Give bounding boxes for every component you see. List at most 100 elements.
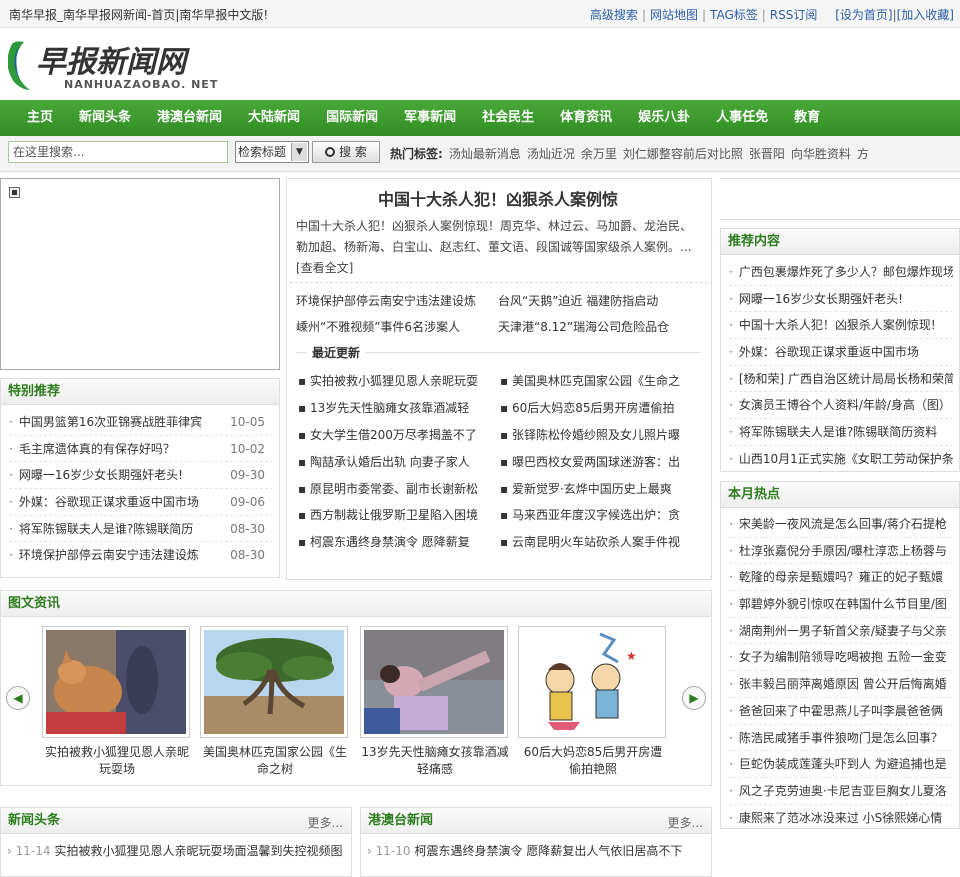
nav-personnel[interactable]: 人事任免 bbox=[703, 100, 781, 136]
recent-item[interactable]: ▪ 美国奥林匹克国家公园《生命之 bbox=[500, 372, 696, 389]
rss-link[interactable]: RSS订阅 bbox=[770, 8, 818, 22]
nav-sports[interactable]: 体育资讯 bbox=[547, 100, 625, 136]
site-logo[interactable]: 早报新闻网 NANHUAZAOBAO. NET bbox=[7, 36, 238, 92]
list-item[interactable]: · 乾隆的母亲是甄嬛吗？雍正的妃子甄嬛 bbox=[729, 564, 953, 592]
search-button[interactable]: 搜 索 bbox=[312, 141, 380, 163]
recent-item[interactable]: ▪ 马来西亚年度汉字候选出炉：贪 bbox=[500, 506, 696, 523]
gallery-caption[interactable]: 美国奥林匹克国家公园《生命之树 bbox=[200, 744, 350, 778]
slideshow-frame[interactable] bbox=[0, 178, 280, 370]
nav-society[interactable]: 社会民生 bbox=[469, 100, 547, 136]
hot-tag[interactable]: 余万里 bbox=[581, 147, 617, 161]
recent-item[interactable]: ▪ 曝巴西校女爱两国球迷游客：出 bbox=[500, 453, 696, 470]
recent-item[interactable]: ▪ 爱新觉罗·玄烨中国历史上最爽 bbox=[500, 480, 696, 497]
set-home-link[interactable]: [设为首页] bbox=[835, 8, 892, 22]
list-item[interactable]: · 广西包裹爆炸死了多少人？邮包爆炸现场 bbox=[729, 259, 953, 286]
list-item[interactable]: · 郭碧婷外貌引惊叹在韩国什么节目里/图 bbox=[729, 591, 953, 618]
hot-tag[interactable]: 汤灿最新消息 bbox=[449, 147, 521, 161]
gallery-image-cartoon[interactable]: ★ bbox=[518, 626, 666, 738]
list-item[interactable]: · 中国男篮第16次亚锦赛战胜菲律宾 10-05 bbox=[9, 409, 273, 436]
nav-military[interactable]: 军事新闻 bbox=[391, 100, 469, 136]
recent-item[interactable]: ▪ 陶喆承认婚后出轨 向妻子家人 bbox=[298, 453, 494, 470]
list-item[interactable]: · 宋美龄一夜风流是怎么回事/蒋介石提枪 bbox=[729, 511, 953, 538]
hot-tag[interactable]: 方 bbox=[857, 147, 869, 161]
recent-updates-title: 最近更新 bbox=[300, 344, 704, 361]
broken-image-icon bbox=[9, 187, 20, 198]
list-item[interactable]: · 杜淳张嘉倪分手原因/曝杜淳恋上杨蓉与 bbox=[729, 538, 953, 565]
sitemap-link[interactable]: 网站地图 bbox=[650, 8, 698, 22]
list-item[interactable]: · 网曝一16岁少女长期强奸老头! 09-30 bbox=[9, 462, 273, 490]
tag-link[interactable]: TAG标签 bbox=[710, 8, 758, 22]
more-link[interactable]: 更多... bbox=[308, 814, 343, 831]
chevron-down-icon: ▼ bbox=[291, 143, 307, 161]
hk-news-box: 港澳台新闻 更多... › 11-10 柯震东遇终身禁演令 愿降薪复出人气依旧居高不… bbox=[360, 807, 712, 877]
gallery-image-tree[interactable] bbox=[200, 626, 348, 738]
search-type-select[interactable]: 检索标题 ▼ bbox=[235, 141, 309, 163]
list-item[interactable]: · 爸爸回来了中霍思燕儿子叫李晨爸爸俩 bbox=[729, 698, 953, 725]
nav-headlines[interactable]: 新闻头条 bbox=[66, 100, 144, 136]
recent-item[interactable]: ▪ 西方制裁让俄罗斯卫星陷入困境 bbox=[298, 506, 494, 523]
gallery-caption[interactable]: 60后大妈恋85后男开房遭偷拍艳照 bbox=[518, 744, 668, 778]
feature-summary: 中国十大杀人犯！凶狠杀人案例惊现！周克华、林过云、马加爵、龙治民、勒加超、杨新海… bbox=[296, 219, 693, 275]
nav-mainland[interactable]: 大陆新闻 bbox=[235, 100, 313, 136]
list-item[interactable]: · 湖南荆州一男子斩首父亲/疑妻子与父亲 bbox=[729, 618, 953, 645]
add-favorite-link[interactable]: [加入收藏] bbox=[897, 8, 954, 22]
nav-education[interactable]: 教育 bbox=[781, 100, 833, 136]
list-item[interactable]: · 外媒：谷歌现正谋求重返中国市场 09-06 bbox=[9, 489, 273, 516]
nav-entertainment[interactable]: 娱乐八卦 bbox=[625, 100, 703, 136]
feature-link[interactable]: 天津港“8.12”瑞海公司危险品仓 bbox=[498, 318, 669, 335]
read-more-link[interactable]: [查看全文] bbox=[296, 261, 353, 275]
recent-item[interactable]: ▪ 13岁先天性脑瘫女孩靠酒减轻 bbox=[298, 399, 494, 416]
recent-item[interactable]: ▪ 60后大妈恋85后男开房遭偷拍 bbox=[500, 399, 696, 416]
hot-tag[interactable]: 刘仁娜整容前后对比照 bbox=[623, 147, 743, 161]
recent-item[interactable]: ▪ 实拍被救小狐狸见恩人亲昵玩耍 bbox=[298, 372, 494, 389]
gallery-image-fox[interactable] bbox=[42, 626, 190, 738]
list-item[interactable]: · 将军陈锡联夫人是谁?陈锡联简历资料 bbox=[729, 419, 953, 446]
feature-title[interactable]: 中国十大杀人犯！凶狠杀人案例惊 bbox=[286, 186, 710, 210]
nav-hk-tw[interactable]: 港澳台新闻 bbox=[144, 100, 235, 136]
prev-arrow-icon[interactable]: ◀ bbox=[6, 686, 30, 710]
search-input[interactable]: 在这里搜索... bbox=[8, 141, 228, 163]
recent-item[interactable]: ▪ 女大学生借200万尽孝揭盖不了 bbox=[298, 426, 494, 443]
list-item[interactable]: · 女子为编制陪领导吃喝被抱 五险一金变 bbox=[729, 644, 953, 672]
hot-tag[interactable]: 汤灿近况 bbox=[527, 147, 575, 161]
recent-item[interactable]: ▪ 云南昆明火车站砍杀人案手件视 bbox=[500, 533, 696, 550]
list-item[interactable]: · 环境保护部停云南安宁违法建设炼 08-30 bbox=[9, 542, 273, 569]
hot-tag[interactable]: 向华胜资料 bbox=[791, 147, 851, 161]
news-headline-title: 新闻头条 bbox=[8, 813, 61, 828]
list-item[interactable]: · 女演员王博谷个人资料/年龄/身高（图） bbox=[729, 392, 953, 420]
list-item[interactable]: · 山西10月1正式实施《女职工劳动保护条 bbox=[729, 446, 953, 473]
list-item[interactable]: › 11-10 柯震东遇终身禁演令 愿降薪复出人气依旧居高不下 bbox=[361, 834, 711, 867]
recent-item[interactable]: ▪ 张铎陈松伶婚纱照及女儿照片曝 bbox=[500, 426, 696, 443]
list-item[interactable]: · 巨蛇伪装成莲蓬头吓到人 为避追捕也是 bbox=[729, 751, 953, 778]
gallery-image-girl[interactable] bbox=[360, 626, 508, 738]
monthly-hot-title: 本月热点 bbox=[728, 487, 781, 502]
next-arrow-icon[interactable]: ▶ bbox=[682, 686, 706, 710]
list-item[interactable]: · 陈浩民咸猪手事件狼吻门是怎么回事？ bbox=[729, 725, 953, 752]
list-item[interactable]: · 毛主席遗体真的有保存好吗？ 10-02 bbox=[9, 436, 273, 463]
list-item[interactable]: · [杨和荣] 广西自治区统计局局长杨和荣简 bbox=[729, 366, 953, 393]
photo-news-title: 图文资讯 bbox=[8, 596, 61, 611]
feature-link[interactable]: 嵊州“不雅视频”事件6名涉案人 bbox=[296, 318, 460, 335]
nav-international[interactable]: 国际新闻 bbox=[313, 100, 391, 136]
hk-news-title: 港澳台新闻 bbox=[368, 813, 434, 828]
list-item[interactable]: · 网曝一16岁少女长期强奸老头! bbox=[729, 286, 953, 313]
list-item[interactable]: · 张丰毅吕丽萍离婚原因 曾公开后悔离婚 bbox=[729, 671, 953, 698]
right-top-panel bbox=[720, 178, 960, 220]
gallery-caption[interactable]: 实拍被救小狐狸见恩人亲昵玩耍场 bbox=[42, 744, 192, 778]
gallery-caption[interactable]: 13岁先天性脑瘫女孩靠酒减轻痛感 bbox=[360, 744, 510, 778]
list-item[interactable]: › 11-14 实拍被救小狐狸见恩人亲昵玩耍场面温馨到失控视频图 bbox=[1, 834, 351, 867]
list-item[interactable]: · 中国十大杀人犯！凶狠杀人案例惊现! bbox=[729, 312, 953, 340]
search-icon bbox=[325, 147, 336, 157]
list-item[interactable]: · 将军陈锡联夫人是谁?陈锡联简历 08-30 bbox=[9, 516, 273, 543]
hot-tag[interactable]: 张晋阳 bbox=[749, 147, 785, 161]
recent-item[interactable]: ▪ 柯震东遇终身禁演令 愿降薪复 bbox=[298, 533, 494, 550]
feature-link[interactable]: 台风“天鹅”迫近 福建防指启动 bbox=[498, 292, 658, 309]
more-link[interactable]: 更多... bbox=[668, 814, 703, 831]
recent-item[interactable]: ▪ 原昆明市委常委、副市长谢新松 bbox=[298, 480, 494, 497]
list-item[interactable]: · 外媒：谷歌现正谋求重返中国市场 bbox=[729, 339, 953, 366]
advanced-search-link[interactable]: 高级搜索 bbox=[590, 8, 638, 22]
list-item[interactable]: · 康熙来了范冰冰没来过 小S徐熙娣心情 bbox=[729, 805, 953, 832]
nav-home[interactable]: 主页 bbox=[14, 100, 66, 136]
feature-link[interactable]: 环境保护部停云南安宁违法建设炼 bbox=[296, 292, 476, 309]
list-item[interactable]: · 风之子克劳迪奥·卡尼吉亚巨胸女儿夏洛 bbox=[729, 778, 953, 805]
